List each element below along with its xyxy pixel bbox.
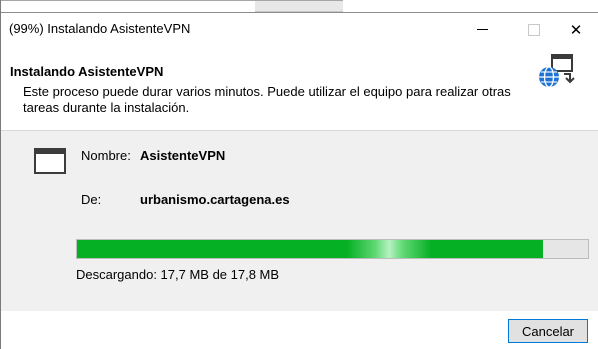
from-value: urbanismo.cartagena.es <box>140 192 290 207</box>
header-title: Instalando AsistenteVPN <box>10 64 164 79</box>
close-button[interactable]: ✕ <box>553 13 598 46</box>
dialog-header: Instalando AsistenteVPN Este proceso pue… <box>1 46 598 131</box>
cancel-button[interactable]: Cancelar <box>508 319 588 343</box>
application-window-icon <box>34 148 66 174</box>
window-title: (99%) Instalando AsistenteVPN <box>9 21 191 36</box>
progress-bar-fill <box>77 240 544 258</box>
minimize-icon <box>476 29 488 30</box>
dialog-content: Nombre: AsistenteVPN De: urbanismo.carta… <box>1 131 598 311</box>
background-window-strip <box>1 0 598 13</box>
globe-install-icon <box>539 54 575 88</box>
name-label: Nombre: <box>81 148 131 163</box>
minimize-button[interactable] <box>459 13 505 46</box>
maximize-button[interactable] <box>511 13 557 46</box>
install-dialog: (99%) Instalando AsistenteVPN ✕ Instalan… <box>0 0 598 349</box>
progress-status-text: Descargando: 17,7 MB de 17,8 MB <box>76 267 280 282</box>
dialog-footer: Cancelar <box>1 311 598 349</box>
title-bar[interactable]: (99%) Instalando AsistenteVPN ✕ <box>1 12 598 46</box>
close-icon: ✕ <box>569 21 583 39</box>
maximize-icon <box>528 23 540 36</box>
download-progress-bar <box>76 239 589 259</box>
name-value: AsistenteVPN <box>140 148 226 163</box>
header-description: Este proceso puede durar varios minutos.… <box>23 84 511 115</box>
from-label: De: <box>81 192 102 207</box>
